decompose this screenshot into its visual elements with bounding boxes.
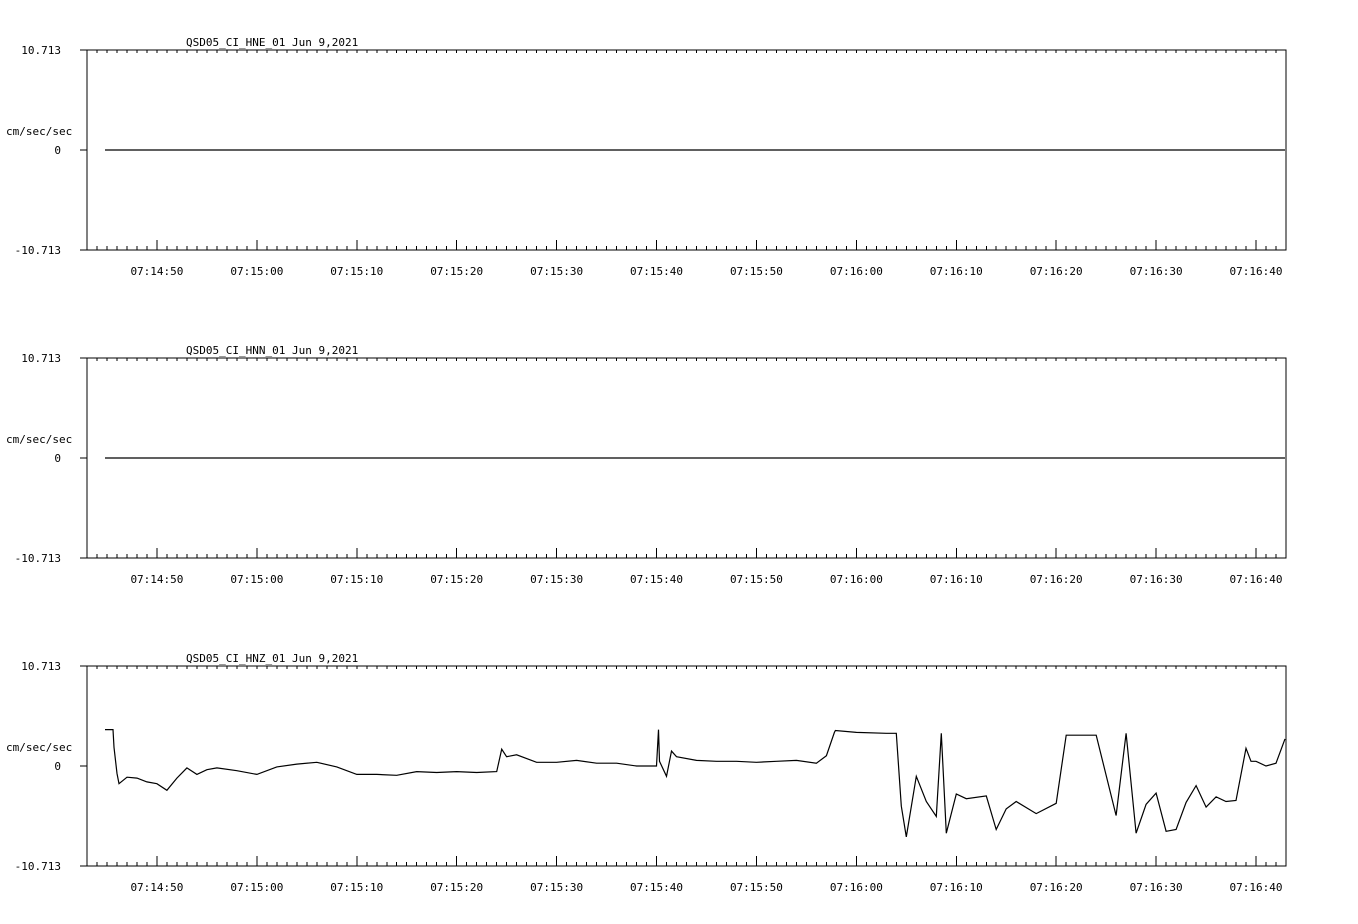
x-tick-label: 07:15:30	[530, 573, 583, 586]
y-tick-label: 0	[54, 760, 61, 773]
y-tick-label: 0	[54, 452, 61, 465]
panel-title: QSD05_CI_HNN_01 Jun 9,2021	[186, 344, 358, 357]
x-tick-label: 07:15:00	[230, 881, 283, 894]
x-tick-label: 07:16:20	[1030, 265, 1083, 278]
panel-title: QSD05_CI_HNE_01 Jun 9,2021	[186, 36, 358, 49]
x-tick-label: 07:16:40	[1230, 573, 1283, 586]
x-tick-label: 07:15:30	[530, 881, 583, 894]
plot-frame	[86, 665, 1287, 867]
y-tick-label: 0	[54, 144, 61, 157]
x-tick-label: 07:15:20	[430, 265, 483, 278]
y-axis-label: cm/sec/sec	[6, 125, 72, 138]
x-tick-label: 07:14:50	[130, 573, 183, 586]
x-tick-label: 07:15:50	[730, 265, 783, 278]
x-tick-label: 07:16:00	[830, 881, 883, 894]
panel-3: QSD05_CI_HNZ_01 Jun 9,2021 10.713 0 -10.713…	[6, 652, 1287, 894]
y-tick-label: -10.713	[15, 552, 61, 565]
waveform-trace	[105, 728, 1286, 837]
x-tick-label: 07:15:20	[430, 573, 483, 586]
x-tick-label: 07:15:00	[230, 265, 283, 278]
x-tick-label: 07:16:00	[830, 265, 883, 278]
x-tick-label: 07:15:40	[630, 265, 683, 278]
x-tick-label: 07:16:40	[1230, 265, 1283, 278]
x-tick-label: 07:15:10	[330, 265, 383, 278]
x-tick-label: 07:16:30	[1130, 881, 1183, 894]
y-axis-label: cm/sec/sec	[6, 741, 72, 754]
y-tick-label: 10.713	[21, 660, 61, 673]
x-tick-label: 07:14:50	[130, 265, 183, 278]
x-tick-label: 07:15:50	[730, 881, 783, 894]
x-tick-label: 07:16:00	[830, 573, 883, 586]
x-tick-label: 07:16:30	[1130, 265, 1183, 278]
x-tick-label: 07:15:00	[230, 573, 283, 586]
x-tick-label: 07:16:20	[1030, 573, 1083, 586]
x-tick-label: 07:14:50	[130, 881, 183, 894]
x-tick-label: 07:16:30	[1130, 573, 1183, 586]
x-tick-label: 07:16:10	[930, 881, 983, 894]
y-tick-label: 10.713	[21, 352, 61, 365]
panel-2: QSD05_CI_HNN_01 Jun 9,2021 10.713 0 -10.713…	[6, 344, 1287, 586]
x-tick-label: 07:16:40	[1230, 881, 1283, 894]
x-tick-label: 07:15:20	[430, 881, 483, 894]
y-tick-label: -10.713	[15, 244, 61, 257]
x-tick-label: 07:15:10	[330, 573, 383, 586]
y-tick-label: 10.713	[21, 44, 61, 57]
x-tick-label: 07:16:20	[1030, 881, 1083, 894]
panel-title: QSD05_CI_HNZ_01 Jun 9,2021	[186, 652, 358, 665]
x-tick-label: 07:15:50	[730, 573, 783, 586]
y-tick-label: -10.713	[15, 860, 61, 873]
x-tick-label: 07:15:40	[630, 881, 683, 894]
x-tick-label: 07:15:30	[530, 265, 583, 278]
seismogram-figure: QSD05_CI_HNE_01 Jun 9,2021 10.713 0 -10.713…	[6, 36, 1287, 894]
x-tick-label: 07:15:40	[630, 573, 683, 586]
panel-1: QSD05_CI_HNE_01 Jun 9,2021 10.713 0 -10.713…	[6, 36, 1287, 278]
x-tick-label: 07:15:10	[330, 881, 383, 894]
x-tick-label: 07:16:10	[930, 265, 983, 278]
y-axis-label: cm/sec/sec	[6, 433, 72, 446]
x-tick-label: 07:16:10	[930, 573, 983, 586]
